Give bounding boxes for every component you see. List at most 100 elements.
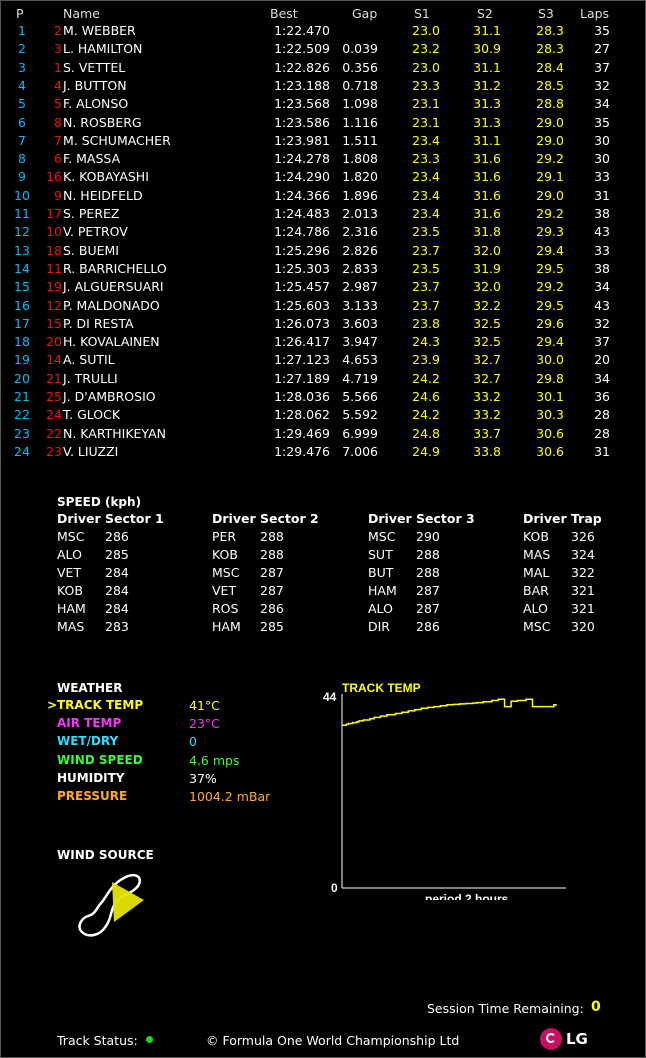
- cell-gap: 1.820: [342, 169, 378, 185]
- cell-s3: 28.8: [536, 96, 564, 112]
- cell-p: 19: [14, 352, 30, 368]
- cell-name: M. WEBBER: [63, 23, 136, 38]
- weather-value: 1004.2 mBar: [189, 789, 271, 804]
- cell-s2: 33.7: [473, 425, 501, 441]
- cell-p: 3: [18, 59, 26, 75]
- timing-row: 11 17 S. PEREZ 1:24.483 2.013 23.4 31.6 29.2 38: [0, 204, 646, 222]
- cell-p: 14: [14, 260, 30, 276]
- cell-s3: 28.3: [536, 41, 564, 57]
- speed-row: HAM 284: [57, 600, 164, 618]
- cell-name: S. BUEMI: [63, 242, 119, 258]
- speed-value: 286: [105, 529, 129, 544]
- weather-label: PRESSURE: [57, 789, 128, 803]
- cell-num: 25: [46, 389, 62, 404]
- weather-value: 0: [189, 734, 197, 750]
- cell-num: 2: [54, 23, 62, 38]
- speed-header-sector: Sector 1: [105, 511, 164, 526]
- cell-s2: 32.2: [473, 297, 501, 313]
- timing-row: 20 21 J. TRULLI 1:27.189 4.719 24.2 32.7 29.8 34: [0, 369, 646, 387]
- cell-gap: 2.826: [342, 242, 378, 258]
- cell-s1: 23.4: [412, 206, 440, 221]
- cell-name: F. MASSA: [63, 151, 121, 167]
- speed-driver: DIR: [368, 619, 390, 634]
- wind-source-label: WIND SOURCE: [57, 848, 154, 862]
- cell-p: 17: [14, 315, 30, 331]
- speed-value: 286: [260, 601, 284, 616]
- cell-p: 10: [14, 187, 30, 203]
- speed-value: 321: [571, 601, 595, 616]
- cell-s2: 31.8: [473, 224, 501, 240]
- chart-title: TRACK TEMP: [342, 681, 421, 695]
- cell-s3: 28.3: [536, 23, 564, 38]
- cell-gap: 0.039: [342, 41, 378, 57]
- cell-p: 7: [18, 132, 26, 148]
- cell-p: 4: [18, 77, 26, 93]
- speed-driver: BUT: [368, 565, 394, 580]
- speed-value: 326: [571, 529, 595, 544]
- speed-column-header: Driver Trap: [523, 510, 602, 528]
- speed-title: SPEED (kph): [57, 495, 142, 509]
- speed-value: 287: [416, 601, 440, 616]
- cell-s2: 32.0: [473, 279, 501, 295]
- cell-name: M. SCHUMACHER: [63, 132, 171, 148]
- cell-num: 19: [46, 279, 62, 295]
- speed-driver: PER: [212, 529, 237, 544]
- speed-row: HAM 287: [368, 582, 475, 600]
- cell-s2: 31.3: [473, 96, 501, 112]
- cell-s1: 23.9: [412, 352, 440, 368]
- cell-num: 8: [54, 114, 62, 130]
- speed-row: ALO 321: [523, 600, 602, 618]
- cell-gap: 2.316: [342, 224, 378, 240]
- cell-name: H. KOVALAINEN: [63, 334, 160, 350]
- weather-value: 41°C: [189, 698, 220, 713]
- header-s2: S2: [477, 6, 493, 21]
- cell-s1: 24.2: [412, 370, 440, 386]
- timing-row: 23 22 N. KARTHIKEYAN 1:29.469 6.999 24.8 33.7 3…: [0, 424, 646, 442]
- track-status-label: Track Status:: [57, 1033, 138, 1048]
- cell-num: 20: [46, 334, 62, 350]
- cell-name: P. MALDONADO: [63, 297, 160, 313]
- timing-row: 19 14 A. SUTIL 1:27.123 4.653 23.9 32.7 30.0 20: [0, 350, 646, 368]
- cell-s1: 24.3: [412, 334, 440, 350]
- cell-name: T. GLOCK: [63, 407, 121, 423]
- cell-s1: 23.0: [412, 59, 440, 75]
- timing-row: 10 9 N. HEIDFELD 1:24.366 1.896 23.4 31.6 29.0 3…: [0, 186, 646, 204]
- cell-s2: 31.3: [473, 114, 501, 130]
- lg-logo-text: LG: [566, 1030, 588, 1048]
- speed-value: 285: [105, 547, 129, 562]
- speed-driver: KOB: [57, 583, 83, 598]
- speed-row: ALO 287: [368, 600, 475, 618]
- speed-row: MSC 286: [57, 528, 164, 546]
- speed-header-driver: Driver: [57, 511, 101, 526]
- cell-s2: 33.2: [473, 407, 501, 423]
- speed-header-sector: Sector 2: [260, 511, 319, 526]
- header-laps: Laps: [580, 6, 610, 21]
- header-best: Best: [270, 6, 298, 21]
- cell-num: 18: [46, 242, 62, 258]
- cell-p: 1: [18, 23, 26, 38]
- cell-name: P. DI RESTA: [63, 315, 134, 331]
- speed-header-driver: Driver: [368, 511, 412, 526]
- speed-driver: VET: [212, 583, 237, 598]
- speed-value: 288: [260, 547, 284, 562]
- cell-name: A. SUTIL: [63, 352, 115, 368]
- cell-p: 5: [18, 96, 26, 112]
- cell-num: 22: [46, 425, 62, 441]
- weather-value: 23°C: [189, 716, 220, 732]
- cell-gap: 3.947: [342, 334, 378, 350]
- speed-value: 285: [260, 619, 284, 634]
- speed-driver: HAM: [57, 601, 86, 616]
- cell-name: V. PETROV: [63, 224, 128, 240]
- speed-header-sector: Sector 3: [416, 511, 475, 526]
- cell-name: L. HAMILTON: [63, 41, 143, 57]
- cell-laps: 28: [594, 407, 610, 423]
- cell-s3: 29.0: [536, 187, 564, 203]
- speed-row: VET 287: [212, 582, 319, 600]
- cell-name: S. PEREZ: [63, 206, 120, 221]
- cell-gap: 7.006: [342, 443, 378, 459]
- cell-gap: 1.808: [342, 151, 378, 167]
- timing-row: 3 1 S. VETTEL 1:22.826 0.356 23.0 31.1 28.4 37: [0, 58, 646, 76]
- cell-laps: 34: [594, 96, 610, 112]
- cell-num: 24: [46, 407, 62, 423]
- speed-row: HAM 285: [212, 618, 319, 636]
